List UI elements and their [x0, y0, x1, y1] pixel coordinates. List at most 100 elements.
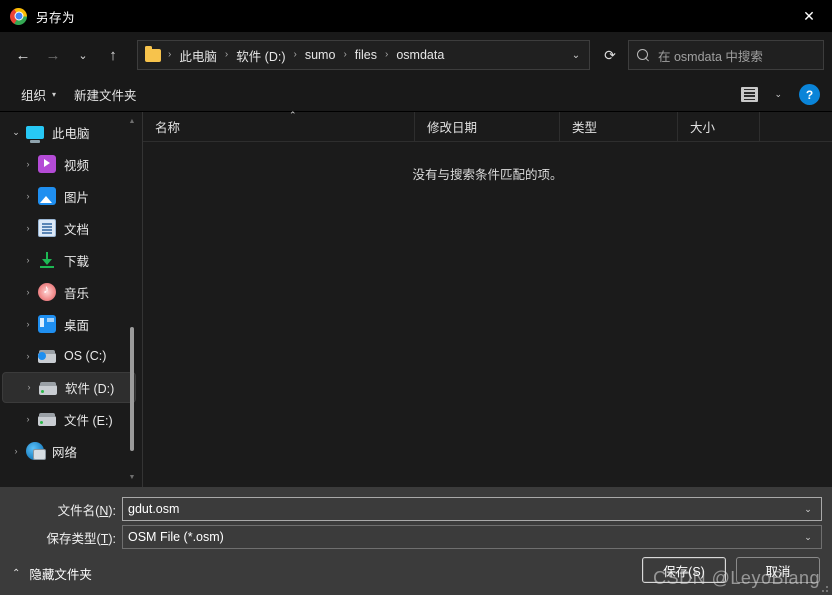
- sidebar-item-documents[interactable]: › 文档: [2, 212, 136, 244]
- sidebar-item-label: 网络: [52, 445, 78, 460]
- chevron-down-icon: ▾: [52, 90, 57, 99]
- chevron-down-icon[interactable]: ⌄: [795, 504, 821, 515]
- sidebar-item-label: 桌面: [64, 318, 90, 333]
- chevron-up-icon: ⌃: [12, 568, 21, 579]
- save-button[interactable]: 保存(S): [642, 557, 726, 583]
- breadcrumb-separator: ›: [293, 49, 297, 60]
- column-headers: 名称 ⌃ 修改日期 类型 大小: [143, 110, 832, 142]
- filename-label: 文件名(N):: [0, 500, 122, 519]
- breadcrumb-separator: ›: [343, 49, 347, 60]
- chevron-right-icon[interactable]: ›: [18, 287, 38, 297]
- chevron-right-icon[interactable]: ›: [19, 383, 39, 392]
- breadcrumb-item-0[interactable]: 此电脑: [176, 44, 220, 67]
- refresh-button[interactable]: ⟳: [596, 41, 624, 69]
- sidebar-item-desktop[interactable]: › 桌面: [2, 308, 136, 340]
- sidebar-item-downloads[interactable]: › 下载: [2, 244, 136, 276]
- file-list-pane: 名称 ⌃ 修改日期 类型 大小 没有与搜索条件匹配的项。: [143, 110, 832, 487]
- chevron-right-icon[interactable]: ›: [18, 414, 38, 424]
- chevron-right-icon[interactable]: ›: [18, 255, 38, 265]
- sidebar-item-label: 视频: [64, 158, 90, 173]
- save-as-dialog: 另存为 ✕ ← → ⌄ ↑ › 此电脑 › 软件 (D:) › sumo › f…: [0, 0, 832, 595]
- hide-folders-label: 隐藏文件夹: [29, 568, 92, 582]
- video-icon: [38, 155, 56, 173]
- breadcrumb-item-1[interactable]: 软件 (D:): [233, 44, 288, 67]
- view-mode-chevron-down-icon[interactable]: ⌄: [767, 84, 789, 105]
- sidebar-item-label: 文档: [64, 222, 90, 237]
- filename-label-post: ):: [108, 503, 116, 518]
- filename-value: gdut.osm: [128, 502, 180, 516]
- filetype-label: 保存类型(T):: [0, 528, 122, 547]
- chevron-right-icon[interactable]: ›: [18, 159, 38, 169]
- scroll-down-icon[interactable]: ▼: [129, 472, 136, 483]
- breadcrumb-item-2[interactable]: sumo: [302, 46, 339, 64]
- column-header-filler: [760, 112, 832, 141]
- breadcrumb[interactable]: › 此电脑 › 软件 (D:) › sumo › files › osmdata…: [137, 40, 590, 70]
- column-header-type[interactable]: 类型: [560, 112, 678, 141]
- sidebar-item-videos[interactable]: › 视频: [2, 148, 136, 180]
- sidebar-item-label: 软件 (D:): [65, 382, 115, 396]
- organize-label: 组织: [21, 89, 47, 103]
- sidebar-item-files-e[interactable]: › 文件 (E:): [2, 403, 136, 435]
- sidebar-item-label: OS (C:): [64, 349, 107, 363]
- chevron-down-icon[interactable]: ⌄: [565, 50, 587, 61]
- chevron-down-icon[interactable]: ⌄: [795, 532, 821, 543]
- new-folder-button[interactable]: 新建文件夹: [65, 80, 146, 109]
- breadcrumb-separator: ›: [224, 49, 229, 60]
- filename-label-pre: 文件名(: [57, 503, 100, 518]
- sidebar-item-network[interactable]: › 网络: [2, 435, 136, 467]
- forward-button[interactable]: →: [38, 40, 68, 70]
- up-button[interactable]: ↑: [98, 40, 128, 70]
- dialog-footer: 文件名(N): gdut.osm ⌄ 保存类型(T): OSM File (*.…: [0, 487, 832, 595]
- chevron-down-icon[interactable]: ⌄: [6, 127, 26, 137]
- documents-icon: [38, 219, 56, 237]
- sidebar-item-os-c[interactable]: › OS (C:): [2, 340, 136, 372]
- chevron-right-icon[interactable]: ›: [18, 351, 38, 361]
- hide-folders-toggle[interactable]: ⌃ 隐藏文件夹: [12, 564, 92, 583]
- scroll-up-icon[interactable]: ▲: [129, 116, 136, 127]
- network-icon: [26, 442, 46, 460]
- filetype-select[interactable]: OSM File (*.osm) ⌄: [122, 525, 822, 549]
- organize-button[interactable]: 组织 ▾: [12, 80, 65, 109]
- sidebar-item-this-pc[interactable]: ⌄ 此电脑: [2, 116, 136, 148]
- column-header-size[interactable]: 大小: [678, 112, 760, 141]
- list-view-icon: [741, 87, 759, 102]
- filetype-label-post: ):: [108, 531, 116, 546]
- drive-icon: [39, 381, 57, 395]
- sidebar-item-software-d[interactable]: › 软件 (D:): [2, 372, 136, 403]
- search-input[interactable]: 在 osmdata 中搜索: [628, 40, 824, 70]
- chevron-right-icon[interactable]: ›: [18, 319, 38, 329]
- dialog-body: ⌄ 此电脑 › 视频 › 图片 › 文档 › 下载 › ♪ 音乐 › 桌面 › …: [0, 110, 832, 487]
- downloads-icon: [38, 251, 56, 269]
- sidebar-item-label: 文件 (E:): [64, 413, 113, 428]
- filename-input[interactable]: gdut.osm ⌄: [122, 497, 822, 521]
- sidebar-scrollbar[interactable]: ▲ ▼: [126, 116, 138, 483]
- column-header-name[interactable]: 名称 ⌃: [143, 110, 415, 141]
- music-icon: [38, 282, 56, 301]
- breadcrumb-separator: ›: [168, 49, 172, 60]
- resize-grip[interactable]: [821, 585, 829, 593]
- desktop-icon: [38, 315, 56, 333]
- help-button[interactable]: ?: [799, 84, 820, 105]
- chevron-right-icon[interactable]: ›: [18, 191, 38, 201]
- scrollbar-track[interactable]: [126, 127, 138, 472]
- sort-ascending-icon: ⌃: [289, 110, 297, 120]
- sidebar-item-music[interactable]: › 音乐: [2, 276, 136, 308]
- recent-locations-button[interactable]: ⌄: [68, 40, 98, 70]
- breadcrumb-item-3[interactable]: files: [352, 46, 380, 64]
- navigation-pane: ⌄ 此电脑 › 视频 › 图片 › 文档 › 下载 › ♪ 音乐 › 桌面 › …: [0, 112, 142, 487]
- close-icon[interactable]: ✕: [786, 0, 832, 32]
- chevron-right-icon[interactable]: ›: [18, 223, 38, 233]
- dialog-buttons: 保存(S) 取消: [642, 557, 820, 583]
- cancel-button[interactable]: 取消: [736, 557, 820, 583]
- chevron-right-icon[interactable]: ›: [6, 446, 26, 456]
- breadcrumb-item-4[interactable]: osmdata: [393, 46, 447, 64]
- os-drive-icon: [38, 350, 56, 363]
- search-icon: [637, 48, 650, 62]
- view-mode-button[interactable]: [732, 82, 767, 107]
- sidebar-item-pictures[interactable]: › 图片: [2, 180, 136, 212]
- back-button[interactable]: ←: [8, 40, 38, 70]
- sidebar-item-label: 图片: [64, 190, 90, 205]
- filetype-row: 保存类型(T): OSM File (*.osm) ⌄: [0, 524, 832, 550]
- scrollbar-thumb[interactable]: [130, 327, 134, 452]
- column-header-date-modified[interactable]: 修改日期: [415, 112, 560, 141]
